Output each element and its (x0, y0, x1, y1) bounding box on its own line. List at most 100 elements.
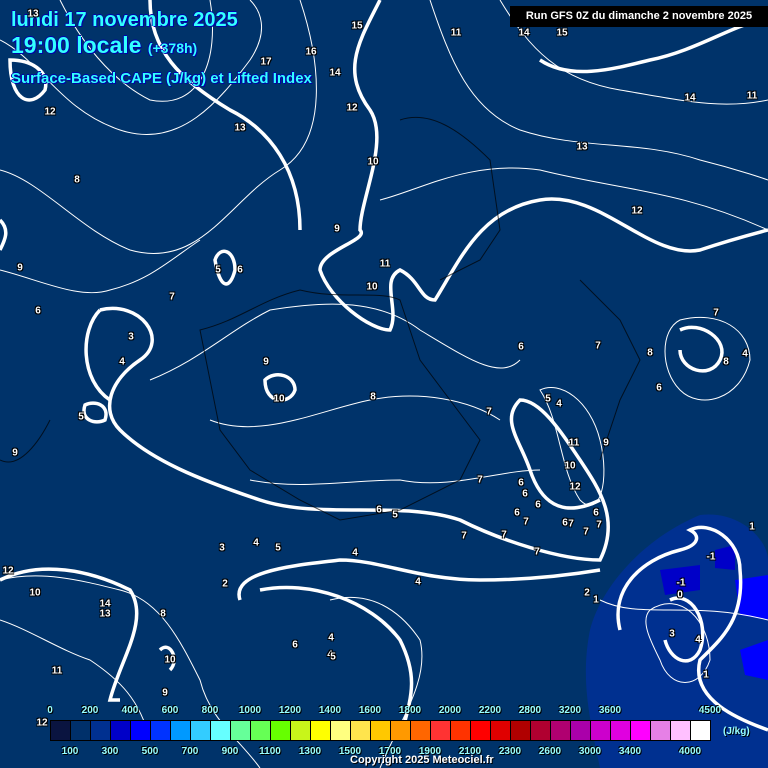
contour-label: 7 (461, 530, 467, 542)
contour-label: 9 (334, 223, 340, 235)
country-borders (0, 116, 641, 521)
legend-swatch (531, 721, 551, 740)
legend-swatch (511, 721, 531, 740)
contour-label: 8 (160, 608, 166, 620)
legend-tick-label: 700 (181, 746, 199, 757)
legend-swatch (471, 721, 491, 740)
parameter-title: Surface-Based CAPE (J/kg) et Lifted Inde… (11, 70, 312, 87)
weather-map (0, 0, 768, 768)
legend-swatch (411, 721, 431, 740)
contour-label: 4 (119, 356, 125, 368)
contour-label: 4 (415, 576, 421, 588)
legend-tick-label: 2000 (438, 705, 462, 716)
legend-swatch (151, 721, 171, 740)
forecast-date: lundi 17 novembre 2025 (11, 9, 238, 31)
contour-label: 6 (237, 264, 243, 276)
contour-label: 3 (128, 331, 134, 343)
legend-swatch (311, 721, 331, 740)
local-time: 19:00 locale (11, 32, 142, 58)
legend-tick-label: 1400 (318, 705, 342, 716)
contour-label: 5 (330, 651, 336, 663)
run-info: Run GFS 0Z du dimanche 2 novembre 2025 (510, 6, 768, 27)
contour-label: 4 (742, 348, 748, 360)
contour-label: 12 (2, 565, 14, 577)
legend-tick-label: 4000 (678, 746, 702, 757)
contour-label: 6 (35, 305, 41, 317)
contour-label: 7 (169, 291, 175, 303)
contour-label: 10 (273, 393, 285, 405)
contour-label: 12 (44, 106, 56, 118)
legend-swatch (631, 721, 651, 740)
legend-swatch (91, 721, 111, 740)
legend-tick-label: 400 (121, 705, 139, 716)
legend-tick-label: 0 (47, 705, 53, 716)
legend-tick-label: 200 (81, 705, 99, 716)
legend-swatch (451, 721, 471, 740)
legend-swatch (691, 721, 710, 740)
legend-swatch (391, 721, 411, 740)
contour-label: 9 (162, 687, 168, 699)
contour-label: 5 (545, 393, 551, 405)
contour-label: 9 (603, 437, 609, 449)
legend-tick-label: 900 (221, 746, 239, 757)
contour-label: 7 (568, 518, 574, 530)
legend-swatch (171, 721, 191, 740)
contour-label: 9 (263, 356, 269, 368)
contour-label: 10 (367, 156, 379, 168)
legend-swatch (191, 721, 211, 740)
contour-label: 11 (568, 437, 580, 449)
contour-label: 6 (514, 507, 520, 519)
contour-label: 2 (584, 587, 590, 599)
contour-label: 3 (219, 542, 225, 554)
legend-tick-label: 3000 (578, 746, 602, 757)
contour-label: 1 (703, 669, 709, 681)
contour-label: 2 (222, 578, 228, 590)
legend-swatch (651, 721, 671, 740)
contour-label: 15 (556, 27, 568, 39)
contour-label: 16 (305, 46, 317, 58)
contour-label: 7 (486, 406, 492, 418)
legend-swatch (131, 721, 151, 740)
contour-label: 12 (36, 717, 48, 729)
contour-label: 7 (583, 526, 589, 538)
contour-label: 7 (713, 307, 719, 319)
legend-swatch (231, 721, 251, 740)
contour-label: 7 (501, 529, 507, 541)
legend-swatch (271, 721, 291, 740)
legend-tick-label: 1100 (259, 746, 281, 757)
contour-label: 6 (593, 507, 599, 519)
legend-tick-label: 500 (141, 746, 159, 757)
legend-tick-label: 2800 (518, 705, 542, 716)
contour-label: 1 (593, 594, 599, 606)
contour-label: 11 (51, 665, 63, 677)
contour-label: 6 (292, 639, 298, 651)
contour-label: 7 (596, 519, 602, 531)
legend-tick-label: 800 (201, 705, 219, 716)
contour-label: 13 (576, 141, 588, 153)
contour-label: 6 (518, 477, 524, 489)
legend-tick-label: 1800 (398, 705, 422, 716)
contour-label: 7 (595, 340, 601, 352)
contour-label: 12 (569, 481, 581, 493)
contour-label: 10 (29, 587, 41, 599)
contour-label: -1 (706, 551, 716, 563)
legend-tick-label: 2200 (478, 705, 502, 716)
contour-label: 4 (253, 537, 259, 549)
contour-label: 11 (746, 90, 758, 102)
legend-swatch (51, 721, 71, 740)
legend-tick-label: 1600 (358, 705, 382, 716)
legend-unit: (J/kg) (723, 726, 750, 737)
legend-tick-label: 3200 (558, 705, 582, 716)
contour-label: 1 (749, 521, 755, 533)
contour-label: 8 (647, 347, 653, 359)
legend-tick-label: 1000 (238, 705, 262, 716)
contour-label: 7 (534, 546, 540, 558)
legend-swatch (111, 721, 131, 740)
contour-label: 0 (677, 589, 683, 601)
contour-label: 12 (631, 205, 643, 217)
legend-tick-label: 300 (101, 746, 119, 757)
contour-label: 8 (723, 356, 729, 368)
legend-swatch (211, 721, 231, 740)
contour-label: 12 (346, 102, 358, 114)
contour-label: 6 (376, 504, 382, 516)
